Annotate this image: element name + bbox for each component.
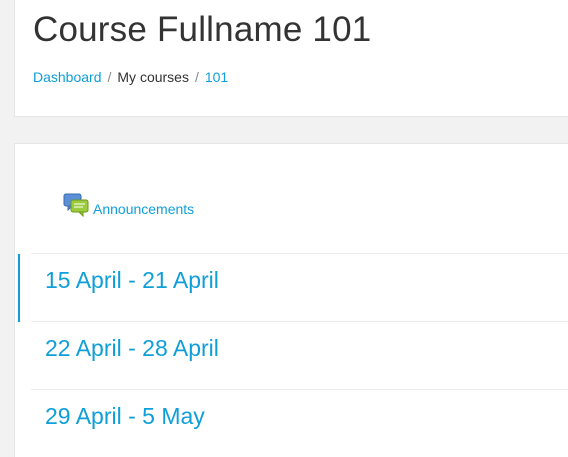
page-title: Course Fullname 101 [33, 10, 372, 49]
forum-icon [63, 193, 89, 218]
section-title[interactable]: 22 April - 28 April [45, 335, 219, 362]
breadcrumb-item-my-courses: My courses [117, 69, 189, 85]
activity-link-announcements[interactable]: Announcements [93, 201, 194, 217]
breadcrumb-separator: / [107, 69, 112, 85]
breadcrumb-item-dashboard[interactable]: Dashboard [33, 69, 102, 85]
breadcrumb-item-course[interactable]: 101 [205, 69, 228, 85]
breadcrumb-separator: / [194, 69, 199, 85]
course-content: Announcements 15 April - 21 April 22 Apr… [14, 143, 568, 457]
page-header: Course Fullname 101 Dashboard / My courses… [14, 0, 568, 117]
activity-announcements[interactable]: Announcements [63, 193, 194, 218]
course-section-1: 15 April - 21 April [18, 253, 568, 322]
section-title[interactable]: 29 April - 5 May [45, 403, 205, 430]
breadcrumb: Dashboard / My courses / 101 [33, 69, 228, 85]
course-section-3: 29 April - 5 May [31, 389, 568, 457]
course-section-2: 22 April - 28 April [31, 321, 568, 389]
section-title[interactable]: 15 April - 21 April [45, 267, 219, 294]
